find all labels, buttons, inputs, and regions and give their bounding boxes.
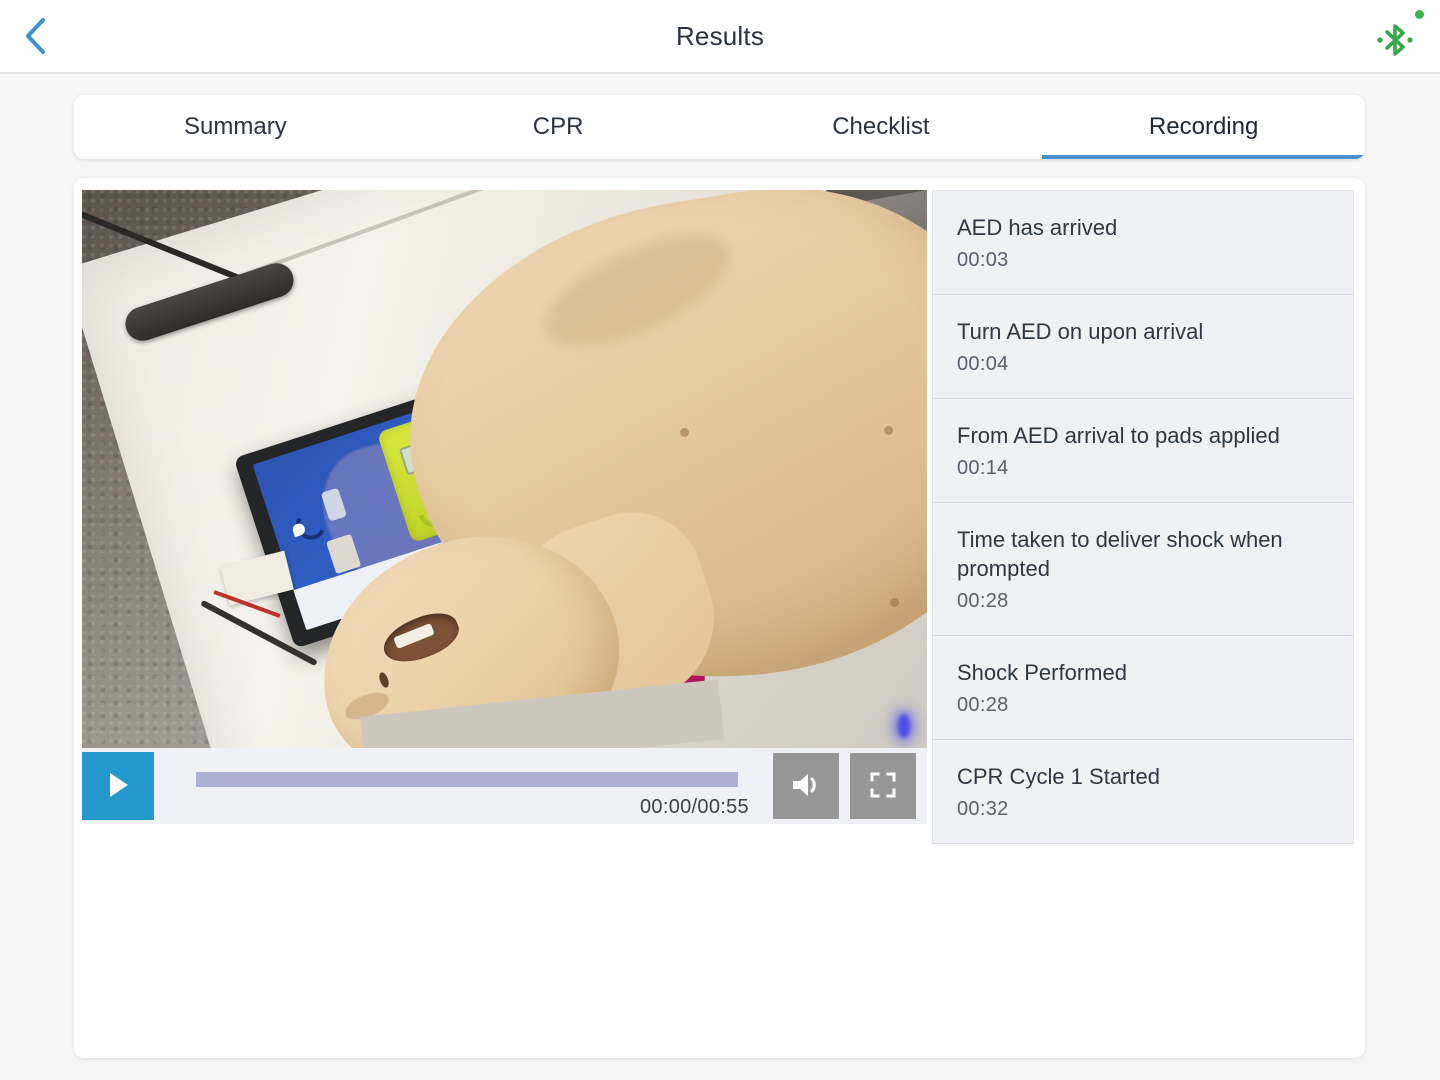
results-tab-bar: Summary CPR Checklist Recording [74, 95, 1365, 159]
tab-summary[interactable]: Summary [74, 95, 397, 159]
list-item[interactable]: AED has arrived 00:03 [933, 191, 1353, 296]
list-item[interactable]: CPR Cycle 1 Started 00:32 [933, 740, 1353, 845]
tab-cpr[interactable]: CPR [397, 95, 720, 159]
event-timeline-list: AED has arrived 00:03 Turn AED on upon a… [932, 190, 1354, 845]
event-title: From AED arrival to pads applied [957, 423, 1280, 449]
tab-recording[interactable]: Recording [1042, 95, 1365, 159]
manikin-landmark [890, 598, 899, 607]
list-item[interactable]: Time taken to deliver shock when prompte… [933, 503, 1353, 636]
event-title: AED has arrived [957, 215, 1118, 240]
event-title: Shock Performed [957, 659, 1127, 685]
manikin-landmark [884, 426, 893, 435]
list-item[interactable]: From AED arrival to pads applied 00:14 [933, 399, 1353, 504]
fullscreen-button[interactable] [850, 753, 916, 819]
volume-icon [789, 770, 823, 803]
video-block: 00:00/00:55 [82, 190, 927, 830]
bluetooth-status[interactable] [1368, 8, 1426, 64]
play-icon [106, 771, 130, 802]
list-item[interactable]: Shock Performed 00:28 [933, 636, 1353, 740]
manikin-landmark [680, 428, 689, 437]
seek-area: 00:00/00:55 [196, 752, 761, 820]
volume-button[interactable] [773, 753, 839, 819]
event-time: 00:32 [957, 798, 1009, 821]
app-header: Results [0, 0, 1440, 74]
page-title: Results [675, 20, 765, 51]
play-button[interactable] [82, 752, 154, 820]
tab-checklist[interactable]: Checklist [720, 95, 1043, 159]
seek-bar[interactable] [196, 772, 738, 787]
event-title: CPR Cycle 1 Started [957, 763, 1160, 789]
event-time: 00:04 [957, 353, 1009, 376]
event-time: 00:28 [957, 589, 1009, 612]
event-title: Time taken to deliver shock when prompte… [957, 527, 1283, 581]
video-controls-bar: 00:00/00:55 [82, 748, 927, 824]
event-time: 00:28 [957, 693, 1009, 716]
fullscreen-icon [869, 771, 897, 802]
time-display: 00:00/00:55 [640, 796, 749, 818]
event-time: 00:14 [957, 457, 1009, 480]
video-still-image [82, 190, 927, 748]
event-title: Turn AED on upon arrival [957, 319, 1204, 345]
recording-panel: 00:00/00:55 AED has arrived 00:03 Turn A… [74, 178, 1365, 1058]
event-time: 00:03 [957, 249, 1009, 272]
blue-led-light [898, 714, 910, 738]
list-item[interactable]: Turn AED on upon arrival 00:04 [933, 295, 1353, 400]
video-player-frame[interactable] [82, 190, 927, 748]
